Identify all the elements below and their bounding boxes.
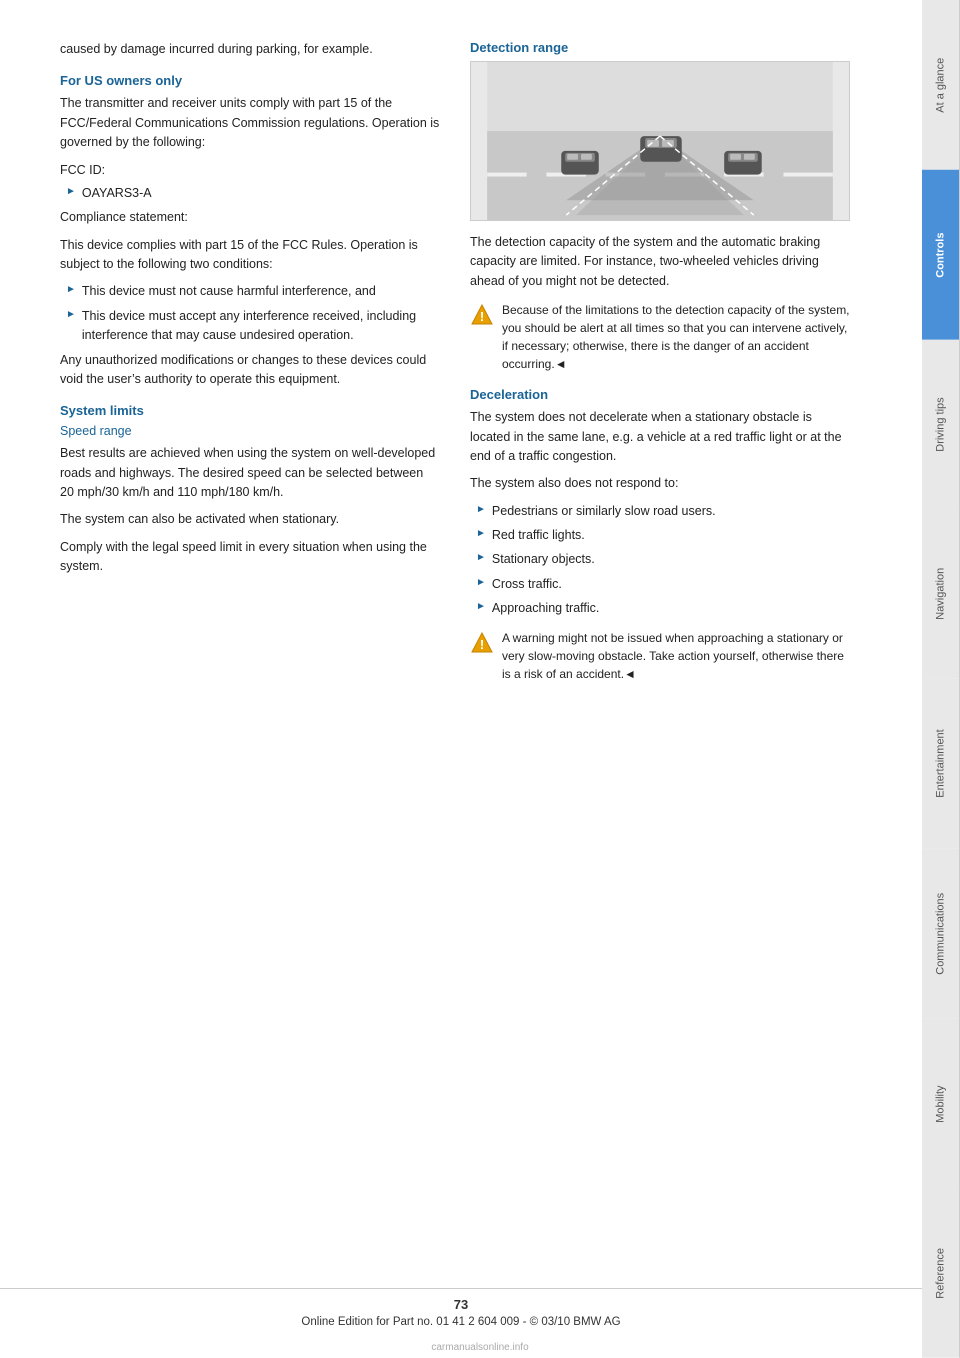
- speed-range-subheading: Speed range: [60, 424, 440, 438]
- fcc-para1: The transmitter and receiver units compl…: [60, 94, 440, 152]
- decel-arrow-4: ►: [476, 577, 486, 588]
- detection-range-para1: The detection capacity of the system and…: [470, 233, 850, 291]
- compliance-bullet-text-2: This device must accept any interference…: [82, 307, 440, 346]
- tab-navigation[interactable]: Navigation: [922, 509, 960, 679]
- tab-controls[interactable]: Controls: [922, 170, 960, 340]
- decel-arrow-5: ►: [476, 601, 486, 612]
- tab-mobility[interactable]: Mobility: [922, 1019, 960, 1189]
- bullet-arrow-2: ►: [66, 309, 76, 320]
- fcc-bullet-arrow: ►: [66, 186, 76, 197]
- page-footer: 73 Online Edition for Part no. 01 41 2 6…: [0, 1288, 922, 1328]
- decel-bullet-text-5: Approaching traffic.: [492, 599, 599, 618]
- deceleration-heading: Deceleration: [470, 387, 850, 402]
- deceleration-warning: ! A warning might not be issued when app…: [470, 629, 850, 683]
- compliance-bullet-2: ► This device must accept any interferen…: [60, 307, 440, 346]
- tab-communications[interactable]: Communications: [922, 849, 960, 1019]
- tab-reference[interactable]: Reference: [922, 1188, 960, 1358]
- decel-bullet-text-2: Red traffic lights.: [492, 526, 585, 545]
- detection-range-warning: ! Because of the limitations to the dete…: [470, 301, 850, 373]
- decel-arrow-2: ►: [476, 528, 486, 539]
- main-content: caused by damage incurred during parking…: [0, 0, 922, 1358]
- speed-range-para1: Best results are achieved when using the…: [60, 444, 440, 502]
- fcc-id-value-item: ► OAYARS3-A: [60, 184, 440, 203]
- speed-range-para3: Comply with the legal speed limit in eve…: [60, 538, 440, 577]
- deceleration-bullet-4: ► Cross traffic.: [470, 575, 850, 594]
- left-column: caused by damage incurred during parking…: [60, 40, 440, 1298]
- compliance-bullet-text-1: This device must not cause harmful inter…: [82, 282, 376, 301]
- modifications-text: Any unauthorized modifications or change…: [60, 351, 440, 390]
- deceleration-warning-text: A warning might not be issued when appro…: [502, 629, 850, 683]
- intro-text: caused by damage incurred during parking…: [60, 40, 440, 59]
- svg-text:!: !: [480, 637, 484, 652]
- fcc-id-label: FCC ID:: [60, 161, 440, 180]
- deceleration-para1: The system does not decelerate when a st…: [470, 408, 850, 466]
- compliance-label: Compliance statement:: [60, 208, 440, 227]
- bullet-arrow-1: ►: [66, 284, 76, 295]
- warning-icon-detection: !: [470, 303, 494, 327]
- page-number: 73: [0, 1297, 922, 1312]
- compliance-bullet-1: ► This device must not cause harmful int…: [60, 282, 440, 301]
- page-container: At a glance Controls Driving tips Naviga…: [0, 0, 960, 1358]
- right-column: Detection range: [470, 40, 850, 1298]
- tab-entertainment[interactable]: Entertainment: [922, 679, 960, 849]
- deceleration-bullet-1: ► Pedestrians or similarly slow road use…: [470, 502, 850, 521]
- decel-bullet-text-4: Cross traffic.: [492, 575, 562, 594]
- svg-text:!: !: [480, 309, 484, 324]
- decel-bullet-text-3: Stationary objects.: [492, 550, 595, 569]
- deceleration-para2: The system also does not respond to:: [470, 474, 850, 493]
- system-limits-heading: System limits: [60, 403, 440, 418]
- compliance-text: This device complies with part 15 of the…: [60, 236, 440, 275]
- tab-at-a-glance[interactable]: At a glance: [922, 0, 960, 170]
- deceleration-bullet-3: ► Stationary objects.: [470, 550, 850, 569]
- detection-warning-text: Because of the limitations to the detect…: [502, 301, 850, 373]
- tab-driving-tips[interactable]: Driving tips: [922, 340, 960, 510]
- for-us-owners-heading: For US owners only: [60, 73, 440, 88]
- warning-icon-deceleration: !: [470, 631, 494, 655]
- speed-range-para2: The system can also be activated when st…: [60, 510, 440, 529]
- footer-text: Online Edition for Part no. 01 41 2 604 …: [301, 1316, 620, 1328]
- detection-range-heading: Detection range: [470, 40, 850, 55]
- watermark: carmanualsonline.info: [431, 1342, 528, 1353]
- fcc-id-value: OAYARS3-A: [82, 184, 152, 203]
- deceleration-bullet-5: ► Approaching traffic.: [470, 599, 850, 618]
- deceleration-bullet-2: ► Red traffic lights.: [470, 526, 850, 545]
- decel-arrow-1: ►: [476, 504, 486, 515]
- decel-bullet-text-1: Pedestrians or similarly slow road users…: [492, 502, 716, 521]
- car-diagram-svg: [471, 62, 849, 220]
- side-tabs: At a glance Controls Driving tips Naviga…: [922, 0, 960, 1358]
- detection-range-image: [470, 61, 850, 221]
- decel-arrow-3: ►: [476, 552, 486, 563]
